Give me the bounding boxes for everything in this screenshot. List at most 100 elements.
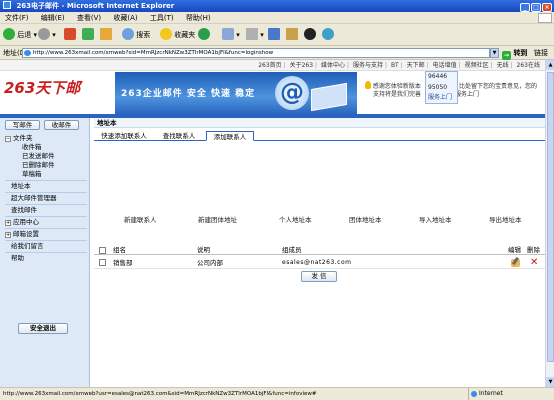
sidebar-item-find-mail[interactable]: 查找邮件 [5,206,87,215]
menu-help[interactable]: 帮助(H) [181,12,216,24]
close-button[interactable]: × [542,3,552,12]
search-icon [122,28,134,40]
sidebar-item-large-mail[interactable]: 超大邮件管理器 [5,194,87,203]
address-input[interactable]: http://www.263xmail.com/xmweb?sid=MmRJzc… [22,48,490,58]
menu-view[interactable]: 查看(V) [72,12,106,24]
topnav-video[interactable]: 视频社区 [465,62,489,69]
stop-icon [64,28,76,40]
scrollbar-thumb[interactable] [547,72,554,362]
tab-quick-add-contact[interactable]: 快速添加联系人 [94,131,154,141]
expand-icon: + [5,232,11,238]
row-group-name[interactable]: 销售部 [113,257,133,269]
search-button[interactable]: 搜索 [122,27,150,43]
address-dropdown-button[interactable]: ▼ [490,48,499,58]
notice-line2-tail[interactable]: 服务上门 [455,91,479,98]
notice-line2: 支持将是我们完善 [373,91,422,98]
security-zone: Internet [468,388,503,400]
print-button[interactable]: ▾ [246,27,264,43]
topnav-tianxiayou[interactable]: 天下邮 [407,62,425,69]
export-address-book-link[interactable]: 导出地址本 [489,214,522,224]
tab-add-contact[interactable]: 添加联系人 [206,131,254,141]
links-button[interactable]: 链接 [534,48,548,58]
edit-icon[interactable] [511,259,520,267]
topnav-about[interactable]: 关于263 [290,62,313,69]
column-group-name: 组名 [113,246,126,254]
sidebar-item-sent[interactable]: 已发送邮件 [5,152,87,161]
back-button[interactable]: 后退 ▾ [3,27,37,43]
sidebar-item-folders[interactable]: − 文件夹 [5,134,87,143]
window-title-bar: 263电子邮件 - Microsoft Internet Explorer _ □… [0,0,554,12]
home-button[interactable] [100,27,112,43]
minimize-button[interactable]: _ [520,3,530,12]
refresh-icon [82,28,94,40]
sidebar-item-mail-settings[interactable]: + 邮箱设置 [5,230,87,239]
tab-find-contact[interactable]: 查找联系人 [154,131,204,141]
row-checkbox[interactable] [99,259,106,266]
sidebar-item-app-center[interactable]: + 应用中心 [5,218,87,227]
discuss-icon [286,28,298,40]
scroll-up-icon[interactable]: ▲ [546,60,554,70]
receive-mail-button[interactable]: 收邮件 [44,120,79,130]
sidebar-item-inbox[interactable]: 收件箱 [5,143,87,152]
topnav-media[interactable]: 媒体中心 [321,62,345,69]
sidebar-item-deleted[interactable]: 已删除邮件 [5,161,87,170]
discuss-button[interactable] [286,27,298,43]
sidebar-item-address-book[interactable]: 地址本 [5,182,87,191]
new-group-link[interactable]: 新建团体地址 [198,214,237,224]
popup-item[interactable]: 服务上门 [428,93,457,104]
menu-edit[interactable]: 编辑(E) [36,12,70,24]
topnav-263-home[interactable]: 263首页 [258,62,281,69]
import-address-book-link[interactable]: 导入地址本 [419,214,452,224]
sidebar-divider [5,228,87,229]
column-edit: 编辑 [508,246,521,254]
sidebar-divider [5,192,87,193]
menu-file[interactable]: 文件(F) [0,12,34,24]
topnav-263-online[interactable]: 263在线 [517,62,540,69]
send-mail-button[interactable]: 发 信 [301,271,337,282]
row-members: esales@nat263.com [282,259,352,266]
page-content: 263首页 | 关于263 | 媒体中心 | 服务与支持 | BT | 天下邮 | 电话增值… [0,60,545,387]
forward-button[interactable]: ▾ [38,27,56,43]
maximize-button[interactable]: □ [531,3,541,12]
logout-button[interactable]: 安全退出 [18,323,68,334]
qq-button[interactable] [304,27,316,43]
topnav-support[interactable]: 服务与支持 [353,62,383,69]
forward-arrow-icon [38,28,50,40]
table-header: 组名 说明 组成员 编辑 删除 [94,246,545,255]
topnav-wireless[interactable]: 无线 [497,62,509,69]
menu-tools[interactable]: 工具(T) [145,12,179,24]
lightbulb-icon [365,81,371,89]
column-members: 组成员 [282,246,302,254]
write-mail-button[interactable]: 写邮件 [5,120,40,130]
media-button[interactable] [198,27,210,43]
menu-bar: 文件(F) 编辑(E) 查看(V) 收藏(A) 工具(T) 帮助(H) [0,12,554,24]
group-address-book-link[interactable]: 团体地址本 [349,214,382,224]
edit-page-button[interactable] [268,27,280,43]
new-contact-link[interactable]: 新建联系人 [124,214,157,224]
sidebar-item-help[interactable]: 帮助 [5,254,87,263]
personal-address-book-link[interactable]: 个人地址本 [279,214,312,224]
go-button[interactable]: → 转到 [502,47,527,60]
favorites-button[interactable]: 收藏夹 [160,27,195,43]
popup-item[interactable]: 95050 [428,83,457,94]
service-popup: 96446 95050 服务上门 [425,71,458,104]
refresh-button[interactable] [82,27,94,43]
topnav-phone[interactable]: 电话增值 [433,62,457,69]
delete-icon[interactable]: ✕ [530,257,538,269]
column-description: 说明 [197,246,210,254]
sidebar-item-drafts[interactable]: 草稿箱 [5,170,87,179]
banner-slogan: 263企业邮件 安全 快速 稳定 [121,89,256,99]
stop-button[interactable] [64,27,76,43]
menu-favorites[interactable]: 收藏(A) [108,12,142,24]
messenger-button[interactable] [322,27,334,43]
vertical-scrollbar[interactable]: ▲ ▼ [545,60,554,387]
popup-item[interactable]: 96446 [428,72,457,83]
select-all-checkbox[interactable] [99,247,106,254]
address-bar: 地址(D) http://www.263xmail.com/xmweb?sid=… [0,46,554,60]
notice-line1-tail[interactable]: 比处留下您的宝贵意见，您的 [459,83,537,90]
scroll-down-icon[interactable]: ▼ [546,377,554,387]
main-panel: 地址本 快速添加联系人 查找联系人 添加联系人 新建联系人 新建团体地址 个人地… [94,118,545,387]
topnav-bt[interactable]: BT [391,62,399,69]
mail-button[interactable]: ▾ [222,27,240,43]
sidebar-item-feedback[interactable]: 给我们留言 [5,242,87,251]
